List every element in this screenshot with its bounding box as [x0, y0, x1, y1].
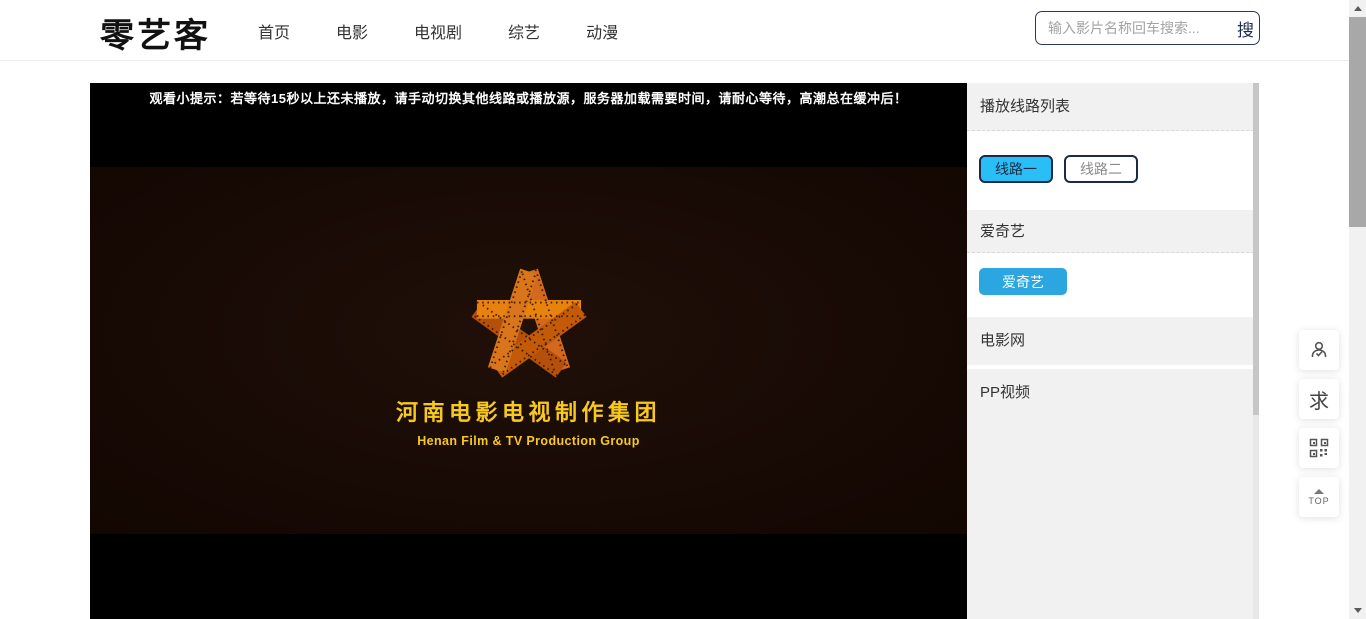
- section-title-movie-net[interactable]: 电影网: [967, 317, 1259, 365]
- floating-toolbar: 求 TOP: [1299, 330, 1339, 517]
- triangle-up-icon: [1354, 6, 1362, 11]
- search-box: 搜: [1035, 11, 1260, 45]
- contact-user-button[interactable]: [1299, 330, 1339, 370]
- search-input[interactable]: [1036, 20, 1235, 36]
- nav-item-home[interactable]: 首页: [258, 19, 290, 43]
- section-title-pp-video[interactable]: PP视频: [967, 369, 1259, 619]
- top-navbar: 零艺客 首页 电影 电视剧 综艺 动漫 搜: [0, 0, 1366, 61]
- main-nav: 首页 电影 电视剧 综艺 动漫: [258, 0, 618, 61]
- qr-code-button[interactable]: [1299, 428, 1339, 468]
- user-check-icon: [1309, 340, 1329, 360]
- nav-item-variety[interactable]: 综艺: [508, 19, 540, 43]
- play-source-sidebar: 播放线路列表 线路一 线路二 爱奇艺 爱奇艺 电影网 PP视频: [967, 83, 1259, 619]
- line-2-button[interactable]: 线路二: [1064, 155, 1138, 183]
- sidebar-scrollbar[interactable]: [1253, 83, 1259, 619]
- iqiyi-source-button[interactable]: 爱奇艺: [979, 268, 1067, 295]
- site-logo[interactable]: 零艺客: [99, 8, 212, 57]
- sidebar-scrollbar-thumb[interactable]: [1253, 83, 1259, 415]
- video-player[interactable]: 观看小提示：若等待15秒以上还未播放，请手动切换其他线路或播放源，服务器加载需要…: [90, 83, 967, 619]
- video-frame: 河南电影电视制作集团 Henan Film & TV Production Gr…: [90, 167, 967, 534]
- request-film-label: 求: [1309, 385, 1329, 414]
- studio-name-en: Henan Film & TV Production Group: [417, 434, 640, 448]
- back-to-top-button[interactable]: TOP: [1299, 477, 1339, 517]
- back-to-top-label: TOP: [1308, 496, 1329, 506]
- chevron-up-icon: [1314, 489, 1324, 494]
- nav-item-anime[interactable]: 动漫: [586, 19, 618, 43]
- search-button[interactable]: 搜: [1235, 16, 1266, 41]
- studio-logo: 河南电影电视制作集团 Henan Film & TV Production Gr…: [90, 167, 967, 534]
- page-scrollbar[interactable]: [1349, 0, 1366, 619]
- line-buttons: 线路一 线路二: [967, 131, 1259, 210]
- page-scrollbar-thumb[interactable]: [1349, 17, 1366, 227]
- iqiyi-buttons: 爱奇艺: [967, 253, 1259, 317]
- line-1-button[interactable]: 线路一: [979, 155, 1053, 183]
- qr-code-icon: [1309, 438, 1329, 458]
- studio-name-cn: 河南电影电视制作集团: [396, 395, 661, 427]
- player-notice: 观看小提示：若等待15秒以上还未播放，请手动切换其他线路或播放源，服务器加载需要…: [90, 88, 967, 107]
- section-title-line-list: 播放线路列表: [967, 83, 1259, 131]
- film-star-icon: [467, 267, 591, 379]
- triangle-down-icon: [1354, 608, 1362, 613]
- section-title-iqiyi[interactable]: 爱奇艺: [967, 210, 1259, 253]
- nav-item-tv-series[interactable]: 电视剧: [414, 19, 462, 43]
- page: 零艺客 首页 电影 电视剧 综艺 动漫 搜 观看小提示：若等待15秒以上还未播放…: [0, 0, 1366, 619]
- scroll-down-arrow[interactable]: [1349, 602, 1366, 619]
- scroll-up-arrow[interactable]: [1349, 0, 1366, 17]
- request-film-button[interactable]: 求: [1299, 379, 1339, 419]
- nav-item-movies[interactable]: 电影: [336, 19, 368, 43]
